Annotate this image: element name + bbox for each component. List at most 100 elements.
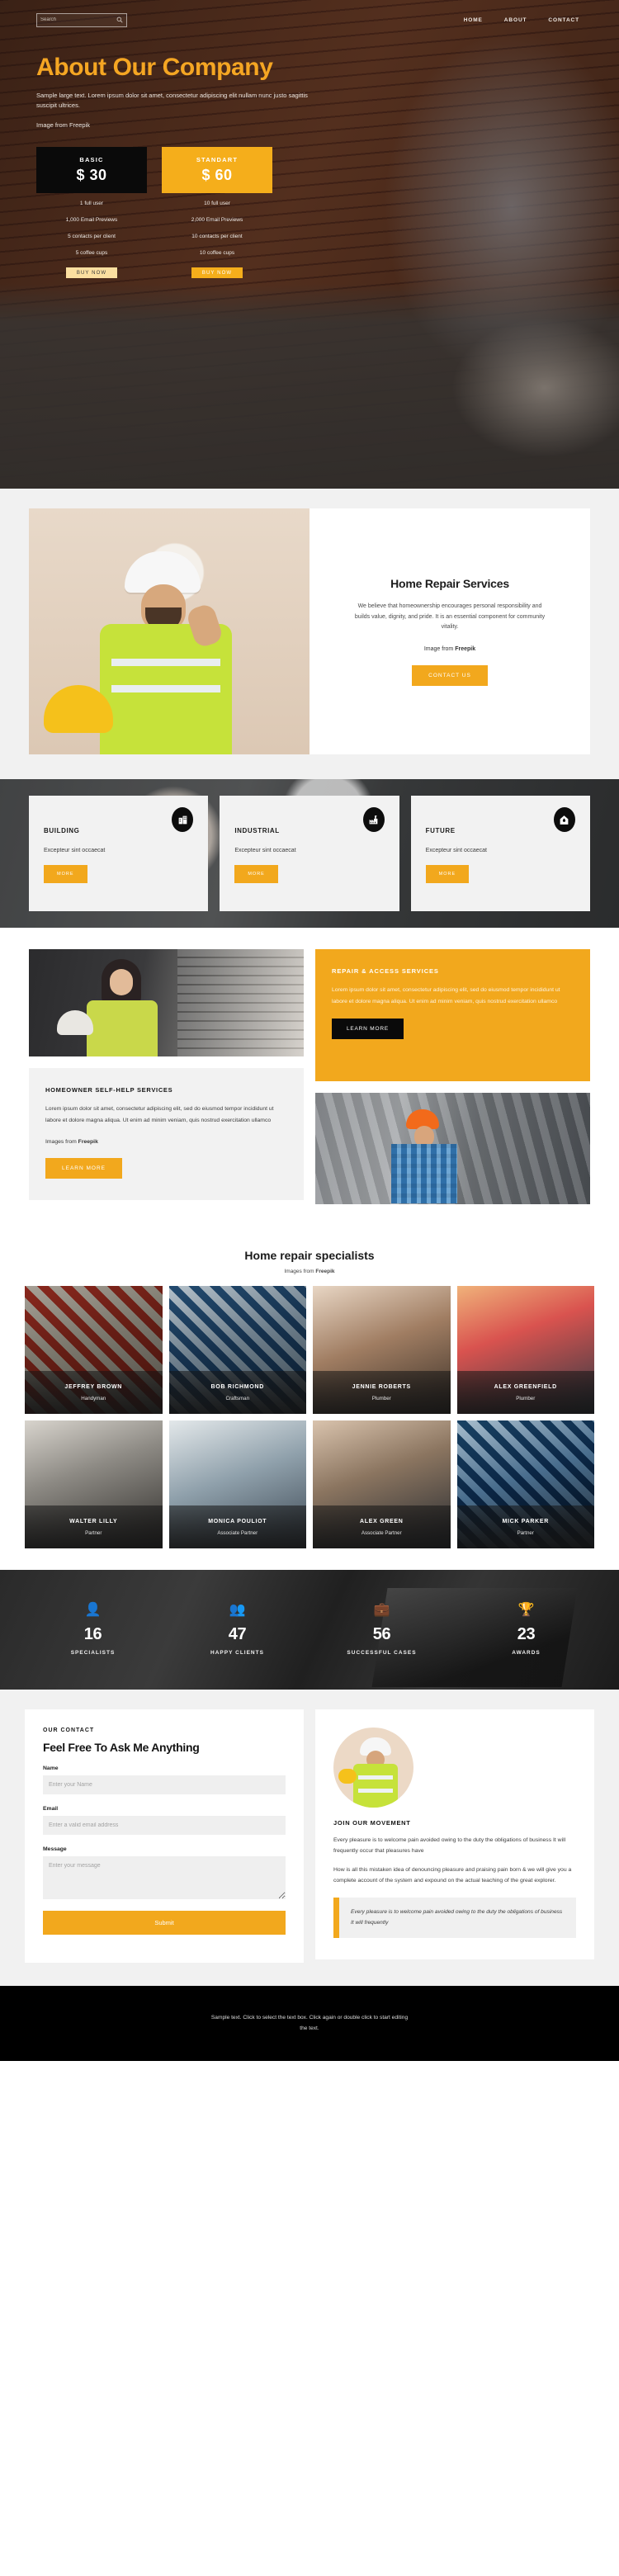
more-button-future[interactable]: MORE [425, 865, 470, 883]
feature-card-industrial[interactable]: INDUSTRIAL Excepteur sint occaecat MORE [220, 796, 399, 911]
credit-prefix: Images from [284, 1269, 316, 1274]
female-worker-photo [29, 949, 304, 1056]
repair-access-services-panel: REPAIR & ACCESS SERVICES Lorem ipsum dol… [315, 949, 590, 1081]
buy-now-button-standart[interactable]: BUY NOW [191, 267, 243, 278]
pricing-plan-basic: BASIC $ 30 1 full user 1,000 Email Previ… [36, 147, 147, 278]
hero-subtitle: Sample large text. Lorem ipsum dolor sit… [36, 91, 308, 110]
join-movement-card: JOIN OUR MOVEMENT Every pleasure is to w… [315, 1709, 594, 1960]
contact-us-button[interactable]: CONTACT US [412, 665, 488, 687]
plan-name: STANDART [196, 156, 239, 163]
name-input[interactable] [43, 1775, 286, 1794]
specialist-role: Plumber [516, 1395, 536, 1401]
services-title: Home Repair Services [390, 576, 509, 590]
plan-feature: 1 full user [79, 200, 104, 206]
stat-value: 56 [372, 1625, 391, 1643]
plan-feature: 5 contacts per client [68, 233, 116, 239]
specialist-card[interactable]: JENNIE ROBERTS Plumber [313, 1286, 451, 1414]
message-label: Message [43, 1846, 67, 1852]
specialist-role: Craftsman [225, 1395, 250, 1401]
specialist-role: Partner [517, 1529, 534, 1536]
specialist-name: JEFFREY BROWN [64, 1383, 123, 1390]
name-field-group: Name [43, 1765, 286, 1794]
stat-label: SUCCESSFUL CASES [347, 1650, 417, 1656]
specialist-card[interactable]: WALTER LILLY Partner [25, 1420, 163, 1548]
specialist-name: WALTER LILLY [69, 1518, 118, 1524]
credit-brand: Freepik [315, 1269, 335, 1274]
search-icon[interactable] [116, 17, 123, 23]
specialist-name: JENNIE ROBERTS [352, 1383, 411, 1390]
learn-more-button-self-help[interactable]: LEARN MORE [45, 1157, 122, 1179]
search-input[interactable] [40, 17, 106, 22]
specialist-name: MICK PARKER [502, 1518, 550, 1524]
specialist-card[interactable]: BOB RICHMOND Craftsman [168, 1286, 306, 1414]
plan-name: BASIC [79, 156, 104, 163]
specialist-card[interactable]: MICK PARKER Partner [456, 1420, 594, 1548]
plan-feature-list: 10 full user 2,000 Email Previews 10 con… [162, 195, 272, 261]
plan-feature: 10 full user [204, 200, 230, 206]
self-help-body: Lorem ipsum dolor sit amet, consectetur … [45, 1106, 274, 1124]
specialists-grid: JEFFREY BROWN Handyman BOB RICHMOND Craf… [25, 1286, 594, 1548]
plan-feature: 10 coffee cups [199, 249, 235, 256]
feature-card-title: INDUSTRIAL [234, 827, 280, 834]
nav-item-about[interactable]: ABOUT [504, 17, 527, 23]
self-help-credit: Images from Freepik [45, 1139, 287, 1145]
feature-card-title: FUTURE [425, 827, 456, 834]
briefcase-icon: 💼 [373, 1603, 390, 1617]
feature-card-desc: Excepteur sint occaecat [425, 848, 487, 853]
stat-specialists: 👤 16 SPECIALISTS [21, 1603, 165, 1657]
feature-card-desc: Excepteur sint occaecat [234, 848, 296, 853]
industrial-worker-photo [315, 1093, 590, 1204]
pricing-plan-standart: STANDART $ 60 10 full user 2,000 Email P… [162, 147, 272, 278]
page-title: About Our Company [36, 54, 273, 81]
more-button-industrial[interactable]: MORE [234, 865, 278, 883]
specialist-card[interactable]: ALEX GREENFIELD Plumber [456, 1286, 594, 1414]
submit-button[interactable]: Submit [43, 1911, 286, 1935]
contact-section: OUR CONTACT Feel Free To Ask Me Anything… [0, 1690, 619, 1986]
learn-more-button-repair[interactable]: LEARN MORE [332, 1018, 404, 1039]
hero-image-credit: Image from Freepik [36, 121, 91, 129]
stat-label: SPECIALISTS [70, 1650, 116, 1656]
plan-price: $ 30 [76, 167, 107, 183]
specialist-role: Associate Partner [217, 1529, 258, 1536]
credit-prefix: Images from [45, 1138, 78, 1145]
message-textarea[interactable] [43, 1856, 286, 1899]
repair-access-body: Lorem ipsum dolor sit amet, consectetur … [332, 987, 560, 1005]
repair-access-title: REPAIR & ACCESS SERVICES [332, 967, 439, 975]
name-label: Name [43, 1765, 59, 1771]
email-input[interactable] [43, 1816, 286, 1835]
hero-section: HOME ABOUT CONTACT About Our Company Sam… [0, 0, 619, 489]
plan-price: $ 60 [201, 167, 233, 183]
plan-header: STANDART $ 60 [162, 147, 272, 193]
stat-value: 16 [83, 1625, 102, 1643]
contact-title: Feel Free To Ask Me Anything [43, 1741, 200, 1754]
search-box[interactable] [36, 12, 127, 27]
person-badge-icon: 👤 [84, 1603, 102, 1617]
nav-item-home[interactable]: HOME [464, 17, 483, 23]
message-field-group: Message [43, 1846, 286, 1903]
feature-card-future[interactable]: FUTURE Excepteur sint occaecat MORE [410, 796, 590, 911]
factory-icon [362, 807, 385, 832]
pricing-plans: BASIC $ 30 1 full user 1,000 Email Previ… [36, 147, 583, 278]
homeowner-self-help-panel: HOMEOWNER SELF-HELP SERVICES Lorem ipsum… [29, 1068, 304, 1200]
home-repair-services-section: Home Repair Services We believe that hom… [0, 489, 619, 779]
feature-card-building[interactable]: BUILDING Excepteur sint occaecat MORE [29, 796, 209, 911]
stat-awards: 🏆 23 AWARDS [454, 1604, 598, 1657]
feature-card-desc: Excepteur sint occaecat [44, 848, 106, 853]
more-button-building[interactable]: MORE [44, 865, 87, 883]
specialist-role: Partner [85, 1529, 102, 1536]
plan-feature: 2,000 Email Previews [191, 216, 243, 223]
specialist-card[interactable]: JEFFREY BROWN Handyman [25, 1286, 163, 1414]
gas-flame-home-icon [553, 807, 575, 832]
plan-feature: 1,000 Email Previews [65, 216, 118, 223]
people-group-icon: 👥 [229, 1603, 246, 1617]
about-page: HOME ABOUT CONTACT About Our Company Sam… [0, 0, 619, 2061]
nav-item-contact[interactable]: CONTACT [548, 17, 579, 23]
stat-value: 23 [517, 1625, 536, 1643]
buy-now-button-basic[interactable]: BUY NOW [66, 267, 117, 278]
plan-feature: 10 contacts per client [191, 233, 243, 239]
specialist-card[interactable]: ALEX GREEN Associate Partner [313, 1420, 451, 1548]
credit-brand: Freepik [78, 1138, 98, 1145]
join-title: JOIN OUR MOVEMENT [333, 1819, 411, 1827]
specialist-card[interactable]: MONICA POULIOT Associate Partner [168, 1420, 306, 1548]
feature-card-title: BUILDING [44, 827, 80, 834]
